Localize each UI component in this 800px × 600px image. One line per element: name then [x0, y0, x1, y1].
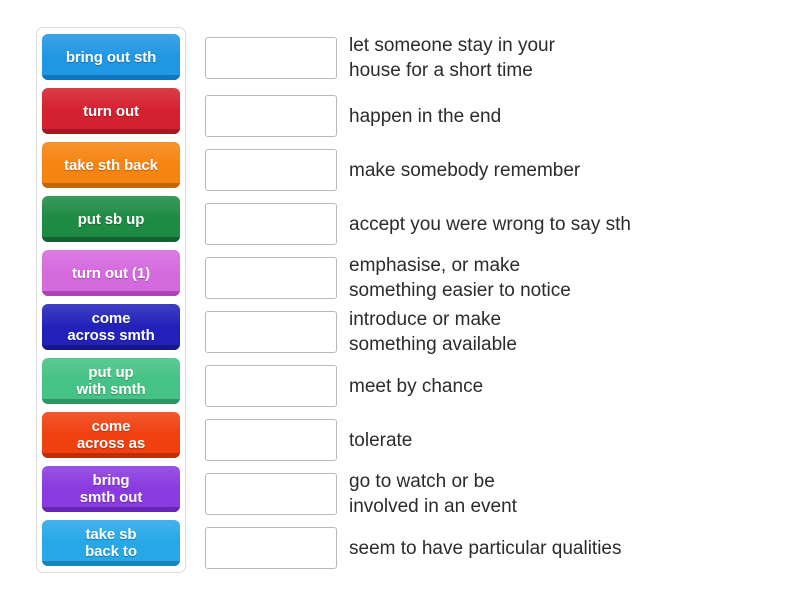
definition-text: seem to have particular qualities [349, 537, 622, 559]
word-tile[interactable]: take sb back to [42, 520, 180, 566]
word-tile[interactable]: turn out (1) [42, 250, 180, 296]
word-tile[interactable]: put up with smth [42, 358, 180, 404]
match-row: introduce or make something available [205, 305, 765, 359]
definition-text: go to watch or be involved in an event [349, 471, 517, 517]
word-tile-label: take sth back [64, 156, 158, 174]
definition-text: meet by chance [349, 375, 484, 397]
match-row: make somebody remember [205, 143, 765, 197]
word-tile-label: turn out (1) [72, 264, 150, 282]
definition-text: emphasise, or make something easier to n… [349, 255, 571, 301]
tile-bottom-edge [42, 183, 180, 188]
match-row: tolerate [205, 413, 765, 467]
match-row: let someone stay in your house for a sho… [205, 27, 765, 89]
word-tile[interactable]: bring smth out [42, 466, 180, 512]
word-tile[interactable]: come across smth [42, 304, 180, 350]
tile-bottom-edge [42, 345, 180, 350]
answer-tiles-panel: bring out sth turn out take sth back put sb… [36, 27, 186, 573]
answer-drop-slot[interactable] [205, 149, 337, 191]
word-tile[interactable]: bring out sth [42, 34, 180, 80]
word-tile-label: put sb up [77, 210, 145, 228]
answer-drop-slot[interactable] [205, 257, 337, 299]
word-tile-label: turn out [83, 102, 139, 120]
definition-text: happen in the end [349, 105, 502, 127]
answer-drop-slot[interactable] [205, 95, 337, 137]
definition-text: tolerate [349, 429, 413, 451]
match-row: happen in the end [205, 89, 765, 143]
word-tile[interactable]: put sb up [42, 196, 180, 242]
tile-bottom-edge [42, 291, 180, 296]
word-tile[interactable]: turn out [42, 88, 180, 134]
definition-text: let someone stay in your house for a sho… [349, 35, 555, 81]
definition-text: accept you were wrong to say sth [349, 213, 631, 235]
word-tile-label: put up with smth [76, 364, 146, 398]
answer-drop-slot[interactable] [205, 527, 337, 569]
match-row: accept you were wrong to say sth [205, 197, 765, 251]
tile-bottom-edge [42, 237, 180, 242]
match-row: seem to have particular qualities [205, 521, 765, 575]
answer-drop-slot[interactable] [205, 419, 337, 461]
definition-text: introduce or make something available [349, 309, 517, 355]
match-up-activity: bring out sth turn out take sth back put sb… [0, 0, 800, 600]
match-row: emphasise, or make something easier to n… [205, 251, 765, 305]
answer-drop-slot[interactable] [205, 473, 337, 515]
word-tile[interactable]: come across as [42, 412, 180, 458]
word-tile-label: take sb back to [85, 526, 137, 560]
word-tile[interactable]: take sth back [42, 142, 180, 188]
tile-bottom-edge [42, 75, 180, 80]
answer-drop-slot[interactable] [205, 311, 337, 353]
answer-drop-slot[interactable] [205, 203, 337, 245]
tile-bottom-edge [42, 399, 180, 404]
answer-drop-slot[interactable] [205, 37, 337, 79]
word-tile-label: bring smth out [79, 472, 143, 506]
tile-bottom-edge [42, 453, 180, 458]
tile-bottom-edge [42, 507, 180, 512]
tile-bottom-edge [42, 561, 180, 566]
match-row: go to watch or be involved in an event [205, 467, 765, 521]
answer-drop-slot[interactable] [205, 365, 337, 407]
word-tile-label: come across smth [67, 310, 155, 344]
definition-rows: let someone stay in your house for a sho… [205, 27, 765, 575]
definition-text: make somebody remember [349, 159, 581, 181]
word-tile-label: bring out sth [65, 48, 157, 66]
tile-bottom-edge [42, 129, 180, 134]
match-row: meet by chance [205, 359, 765, 413]
word-tile-label: come across as [76, 418, 146, 452]
